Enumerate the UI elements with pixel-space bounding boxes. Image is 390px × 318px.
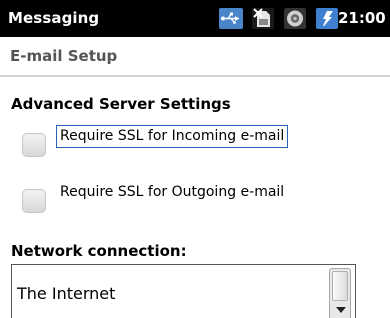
outgoing-ssl-label[interactable]: Require SSL for Outgoing e-mail <box>60 182 284 203</box>
incoming-ssl-checkbox[interactable] <box>22 133 46 157</box>
app-title: Messaging <box>8 9 100 27</box>
clock[interactable]: 21:00 <box>338 9 386 27</box>
charging-icon[interactable] <box>314 6 340 31</box>
dropdown-arrow-icon[interactable] <box>336 307 346 313</box>
radio-off-icon[interactable] <box>282 6 308 31</box>
network-connection-label: Network connection: <box>11 242 187 260</box>
no-sim-icon[interactable] <box>250 6 276 31</box>
usb-sync-icon[interactable] <box>218 6 244 31</box>
network-connection-value: The Internet <box>17 284 116 303</box>
incoming-ssl-label[interactable]: Require SSL for Incoming e-mail <box>56 125 289 148</box>
page-header: E-mail Setup <box>0 37 390 77</box>
outgoing-ssl-checkbox[interactable] <box>22 189 46 213</box>
section-title-advanced: Advanced Server Settings <box>11 95 231 113</box>
network-connection-select[interactable]: The Internet <box>11 264 356 318</box>
status-bar: Messaging 21:00 <box>0 0 390 37</box>
scroll-thumb[interactable] <box>332 271 348 301</box>
select-scrollbar[interactable] <box>329 268 351 318</box>
page-title: E-mail Setup <box>10 47 118 65</box>
